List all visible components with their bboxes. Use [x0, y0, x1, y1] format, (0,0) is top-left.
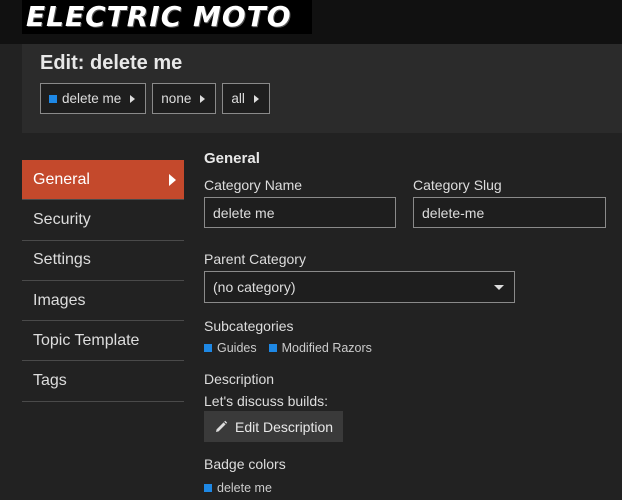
category-name-input[interactable] — [204, 197, 396, 228]
sidebar-item-tags[interactable]: Tags — [22, 361, 184, 402]
category-name-label: Category Name — [204, 177, 303, 193]
subcategory-label: Modified Razors — [281, 341, 372, 355]
sidebar-item-images[interactable]: Images — [22, 281, 184, 322]
site-logo[interactable]: ELECTRIC MOTO — [22, 0, 312, 34]
category-slug-input[interactable] — [413, 197, 606, 228]
parent-category-select[interactable]: (no category) — [204, 271, 515, 303]
sidebar-item-label: Settings — [33, 251, 91, 269]
subcategories-label: Subcategories — [204, 318, 294, 334]
subcategory-list: Guides Modified Razors — [204, 341, 372, 355]
category-color-swatch — [268, 344, 277, 352]
sidebar-item-label: Topic Template — [33, 331, 140, 349]
subcategory-label: Guides — [217, 341, 257, 355]
parent-category-label: Parent Category — [204, 251, 306, 267]
breadcrumb-tags[interactable]: all — [222, 83, 270, 114]
badge-label: delete me — [217, 481, 272, 495]
edit-description-label: Edit Description — [235, 418, 334, 435]
badge-preview: delete me — [204, 481, 272, 495]
parent-category-value: (no category) — [213, 279, 296, 295]
category-color-swatch — [204, 344, 212, 352]
sidebar-item-topic-template[interactable]: Topic Template — [22, 321, 184, 362]
sidebar-item-security[interactable]: Security — [22, 200, 184, 241]
chevron-down-icon — [494, 285, 504, 290]
pencil-icon — [216, 420, 228, 432]
top-bar: ELECTRIC MOTO — [0, 0, 622, 44]
description-text: Let's discuss builds: — [204, 393, 329, 409]
settings-sidebar: General Security Settings Images Topic T… — [22, 160, 184, 402]
sidebar-item-general[interactable]: General — [22, 160, 184, 201]
subcategory-guides[interactable]: Guides — [204, 341, 257, 355]
badge-colors-label: Badge colors — [204, 456, 286, 472]
breadcrumb-label: all — [231, 91, 245, 106]
edit-description-button[interactable]: Edit Description — [204, 411, 344, 442]
sidebar-item-label: Images — [33, 291, 86, 309]
category-slug-label: Category Slug — [413, 177, 502, 193]
description-label: Description — [204, 371, 275, 387]
chevron-right-icon — [169, 174, 176, 186]
breadcrumb: delete me none all — [40, 83, 270, 114]
category-color-swatch — [204, 484, 212, 492]
category-color-swatch — [49, 94, 57, 103]
subcategory-modified-razors[interactable]: Modified Razors — [268, 341, 372, 355]
page-title: Edit: delete me — [40, 52, 183, 74]
section-title: General — [204, 150, 260, 167]
sidebar-item-label: Tags — [33, 372, 67, 390]
breadcrumb-label: none — [161, 91, 192, 106]
badge-chip: delete me — [204, 481, 272, 495]
breadcrumb-subcategory[interactable]: none — [152, 83, 217, 114]
sidebar-item-label: General — [33, 170, 90, 188]
sidebar-item-label: Security — [33, 210, 91, 228]
breadcrumb-category[interactable]: delete me — [40, 83, 147, 114]
caret-right-icon — [200, 94, 206, 103]
caret-right-icon — [130, 94, 136, 103]
edit-header: Edit: delete me delete me none all — [22, 44, 622, 133]
breadcrumb-label: delete me — [62, 91, 122, 106]
caret-right-icon — [253, 94, 259, 103]
sidebar-item-settings[interactable]: Settings — [22, 241, 184, 281]
